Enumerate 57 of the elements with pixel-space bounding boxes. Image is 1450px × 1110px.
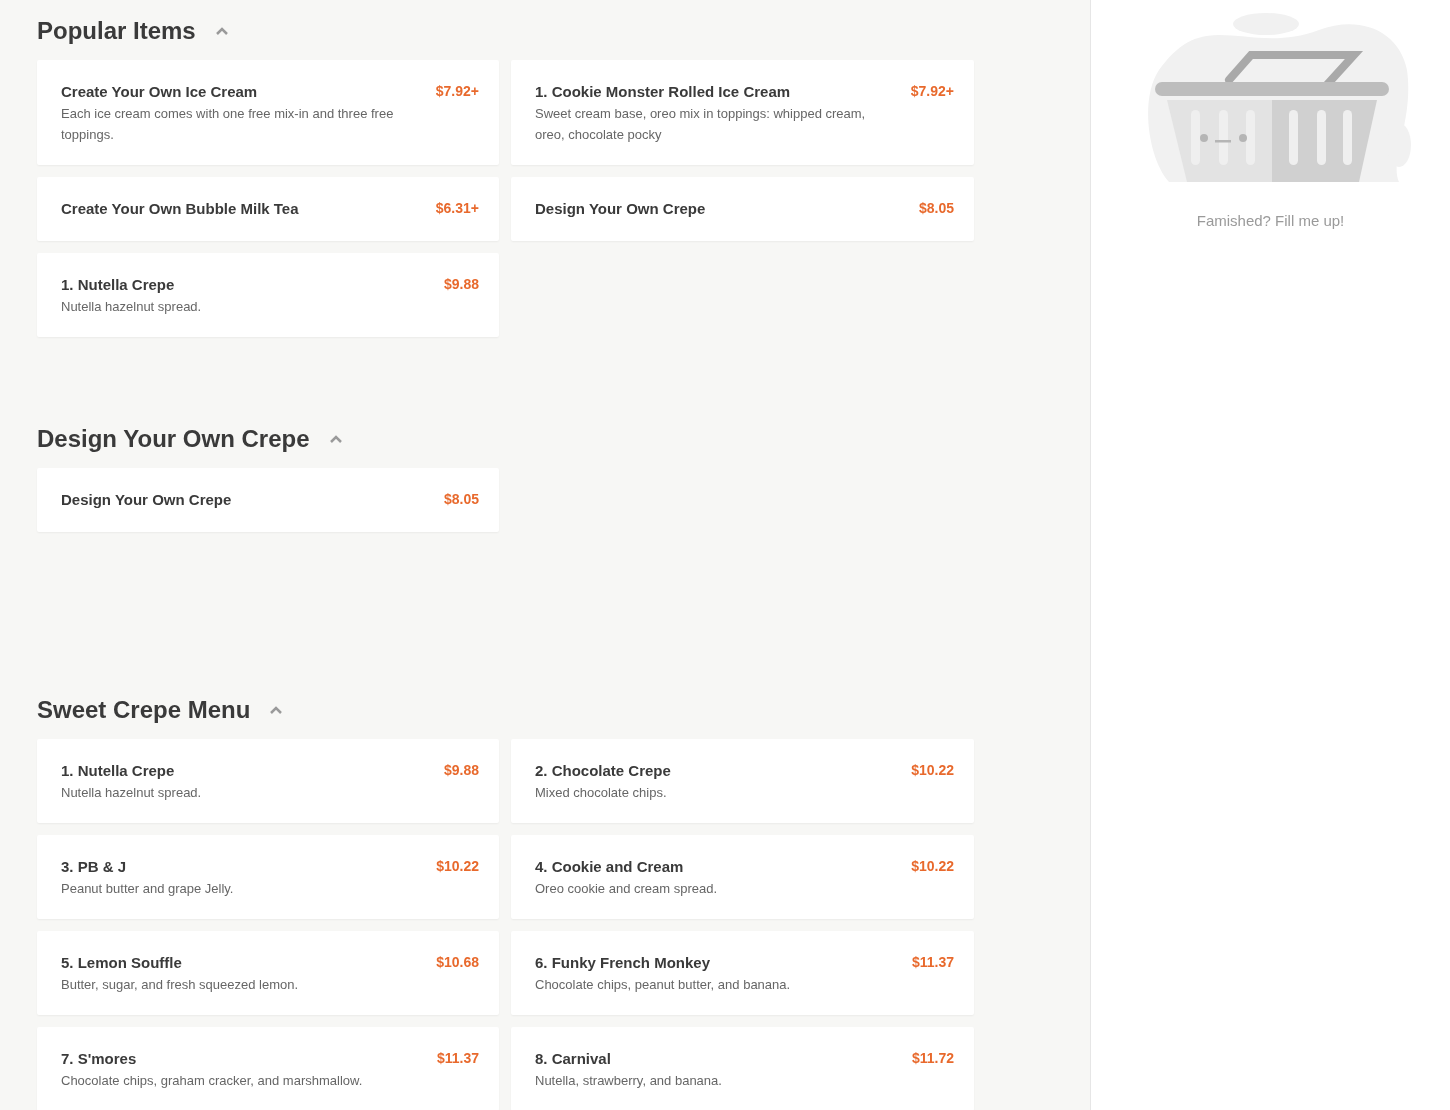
section-heading: Sweet Crepe Menu (37, 695, 251, 725)
item-name: Create Your Own Bubble Milk Tea (61, 199, 299, 219)
menu-item-card[interactable]: 6. Funky French Monkey Chocolate chips, peanut butter, and banana. $11.37 (511, 931, 974, 1015)
item-price: $11.72 (911, 1049, 954, 1068)
section-heading: Design Your Own Crepe (37, 424, 310, 454)
menu-item-card[interactable]: 2. Chocolate Crepe Mixed chocolate chips. $10.22 (511, 739, 974, 823)
item-price: $10.22 (911, 857, 954, 876)
menu-item-card[interactable]: 7. S'mores Chocolate chips, graham cracker, and marshmallow. $11.37 (37, 1027, 499, 1110)
item-name: 6. Funky French Monkey (535, 953, 712, 973)
item-name: Design Your Own Crepe (61, 490, 232, 510)
menu-item-card[interactable]: 8. Carnival Nutella, strawberry, and banana. $11.72 (511, 1027, 974, 1110)
item-name: 1. Cookie Monster Rolled Ice Cream (535, 82, 792, 102)
menu-item-card[interactable]: Create Your Own Bubble Milk Tea $6.31+ (37, 177, 499, 241)
menu-item-card[interactable]: Design Your Own Crepe $8.05 (37, 468, 499, 532)
item-description: Each ice cream comes with one free mix-in and three free toppings. (61, 105, 395, 144)
item-price: $10.68 (436, 953, 479, 972)
item-price: $9.88 (443, 761, 479, 780)
item-description: Nutella hazelnut spread. (61, 784, 202, 802)
menu-item-card[interactable]: Design Your Own Crepe $8.05 (511, 177, 974, 241)
item-name: Create Your Own Ice Cream (61, 82, 259, 102)
menu-item-card[interactable]: 3. PB & J Peanut butter and grape Jelly. $10.22 (37, 835, 499, 919)
item-price: $10.22 (911, 761, 954, 780)
item-name: 5. Lemon Souffle (61, 953, 183, 973)
item-name: 7. S'mores (61, 1049, 138, 1069)
item-description: Chocolate chips, graham cracker, and marshmallow. (61, 1072, 363, 1090)
item-name: 4. Cookie and Cream (535, 857, 685, 877)
item-description: Chocolate chips, peanut butter, and banana. (535, 976, 791, 994)
section-heading: Popular Items (37, 16, 196, 46)
item-name: 2. Chocolate Crepe (535, 761, 671, 781)
item-name: 1. Nutella Crepe (61, 761, 176, 781)
item-name: Design Your Own Crepe (535, 199, 706, 219)
item-description: Nutella, strawberry, and banana. (535, 1072, 722, 1090)
item-description: Peanut butter and grape Jelly. (61, 880, 234, 898)
item-name: 3. PB & J (61, 857, 128, 877)
empty-cart-message: Famished? Fill me up! (1196, 211, 1345, 231)
menu-item-card[interactable]: 1. Cookie Monster Rolled Ice Cream Sweet cream base, oreo mix in toppings: whipped cream, oreo, chocolate pocky $7.92+ (511, 60, 974, 165)
item-price: $9.88 (443, 275, 479, 294)
menu-item-card[interactable]: 1. Nutella Crepe Nutella hazelnut spread. $9.88 (37, 739, 499, 823)
item-description: Butter, sugar, and fresh squeezed lemon. (61, 976, 299, 994)
item-description: Oreo cookie and cream spread. (535, 880, 718, 898)
menu-item-card[interactable]: 5. Lemon Souffle Butter, sugar, and fresh squeezed lemon. $10.68 (37, 931, 499, 1015)
menu-item-card[interactable]: 1. Nutella Crepe Nutella hazelnut spread. $9.88 (37, 253, 499, 337)
item-name: 1. Nutella Crepe (61, 275, 176, 295)
item-price: $7.92+ (910, 82, 954, 101)
item-price: $7.92+ (435, 82, 479, 101)
item-price: $8.05 (918, 199, 954, 218)
item-price: $11.37 (911, 953, 954, 972)
item-description: Nutella hazelnut spread. (61, 298, 202, 316)
item-price: $8.05 (443, 490, 479, 509)
item-description: Sweet cream base, oreo mix in toppings: whipped cream, oreo, chocolate pocky (535, 105, 867, 144)
menu-item-card[interactable]: Create Your Own Ice Cream Each ice cream comes with one free mix-in and three free toppings. $7.92+ (37, 60, 499, 165)
item-price: $10.22 (436, 857, 479, 876)
item-name: 8. Carnival (535, 1049, 612, 1069)
item-price: $11.37 (436, 1049, 479, 1068)
item-description: Mixed chocolate chips. (535, 784, 668, 802)
menu-item-card[interactable]: 4. Cookie and Cream Oreo cookie and cream spread. $10.22 (511, 835, 974, 919)
item-price: $6.31+ (435, 199, 479, 218)
